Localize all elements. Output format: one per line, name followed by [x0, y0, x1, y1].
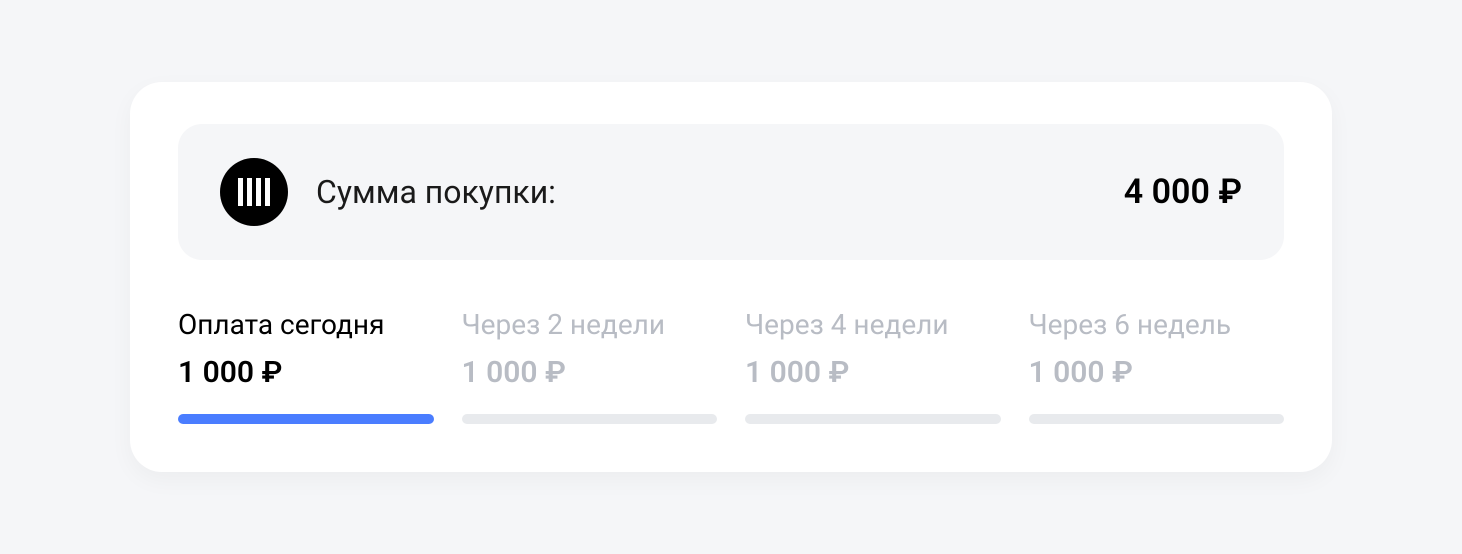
installments-row: Оплата сегодня 1 000 ₽ Через 2 недели 1 … — [178, 308, 1284, 424]
installment-today: Оплата сегодня 1 000 ₽ — [178, 308, 434, 424]
purchase-summary: Сумма покупки: 4 000 ₽ — [178, 124, 1284, 260]
installment-progress-bar — [745, 414, 1001, 424]
installment-label: Через 6 недель — [1029, 308, 1285, 341]
installment-6-weeks: Через 6 недель 1 000 ₽ — [1029, 308, 1285, 424]
installment-progress-bar — [178, 414, 434, 424]
installment-2-weeks: Через 2 недели 1 000 ₽ — [462, 308, 718, 424]
purchase-total-amount: 4 000 ₽ — [1124, 172, 1242, 212]
installment-progress-bar — [1029, 414, 1285, 424]
installment-amount: 1 000 ₽ — [745, 355, 1001, 390]
brand-logo-icon — [220, 158, 288, 226]
payment-split-card: Сумма покупки: 4 000 ₽ Оплата сегодня 1 … — [130, 82, 1332, 472]
installment-progress-bar — [462, 414, 718, 424]
purchase-total-label: Сумма покупки: — [316, 173, 1096, 211]
installment-amount: 1 000 ₽ — [178, 355, 434, 390]
installment-label: Через 2 недели — [462, 308, 718, 341]
installment-label: Оплата сегодня — [178, 308, 434, 341]
installment-amount: 1 000 ₽ — [462, 355, 718, 390]
installment-label: Через 4 недели — [745, 308, 1001, 341]
installment-4-weeks: Через 4 недели 1 000 ₽ — [745, 308, 1001, 424]
installment-amount: 1 000 ₽ — [1029, 355, 1285, 390]
